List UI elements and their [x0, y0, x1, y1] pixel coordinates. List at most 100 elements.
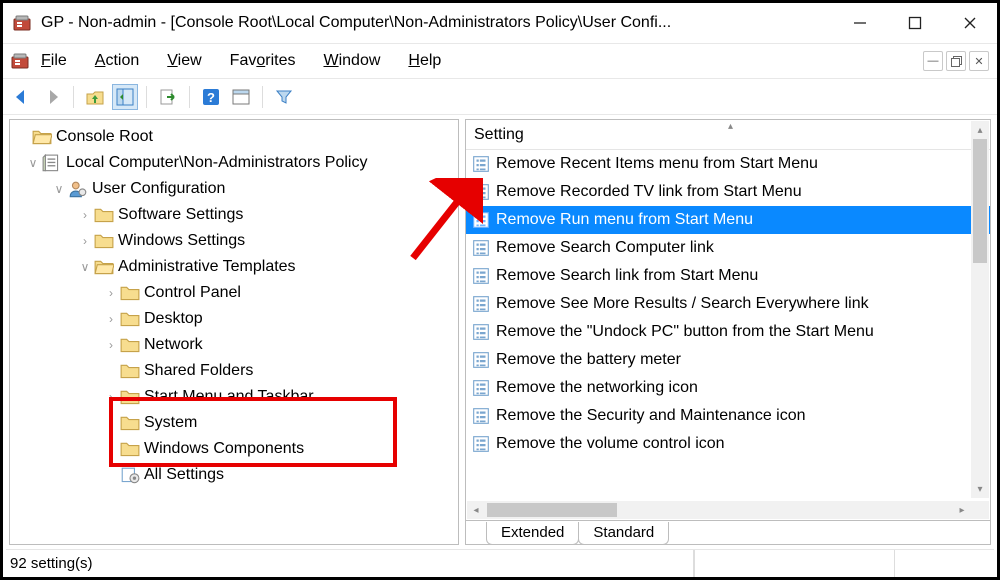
- tree-software-settings[interactable]: › Software Settings: [10, 202, 458, 228]
- folder-icon: [120, 284, 140, 302]
- tree-label: Local Computer\Non-Administrators Policy: [66, 150, 367, 176]
- menu-help[interactable]: Help: [408, 52, 441, 70]
- list-item[interactable]: Remove the Security and Maintenance icon: [466, 402, 990, 430]
- list-item-label: Remove See More Results / Search Everywh…: [496, 295, 869, 313]
- tree-system[interactable]: ›System: [10, 410, 458, 436]
- horizontal-scrollbar[interactable]: ◂ ▸: [467, 501, 971, 519]
- folder-open-icon: [94, 258, 114, 276]
- folder-icon: [120, 414, 140, 432]
- list-header-setting[interactable]: Setting ▴: [466, 120, 990, 150]
- tree-pane[interactable]: ▾ Console Root ∨ Local Computer\Non-Admi…: [9, 119, 459, 545]
- view-tabs: Extended Standard: [486, 522, 668, 545]
- policy-setting-icon: [472, 211, 490, 229]
- up-folder-button[interactable]: [82, 84, 108, 110]
- policy-setting-icon: [472, 239, 490, 257]
- maximize-button[interactable]: [887, 3, 942, 43]
- policy-setting-icon: [472, 155, 490, 173]
- folder-icon: [120, 336, 140, 354]
- back-button[interactable]: [9, 84, 35, 110]
- app-icon-small: [11, 52, 29, 70]
- folder-icon: [94, 206, 114, 224]
- scroll-up-button[interactable]: ▴: [971, 121, 989, 139]
- list-item[interactable]: Remove the networking icon: [466, 374, 990, 402]
- folder-icon: [94, 232, 114, 250]
- tab-standard[interactable]: Standard: [578, 522, 669, 545]
- tree-console-root[interactable]: ▾ Console Root: [10, 124, 458, 150]
- tree-control-panel[interactable]: ›Control Panel: [10, 280, 458, 306]
- policy-setting-icon: [472, 351, 490, 369]
- scroll-right-button[interactable]: ▸: [953, 505, 971, 516]
- tree-label: System: [144, 410, 197, 436]
- mdi-close-button[interactable]: ✕: [969, 51, 989, 71]
- list-item-label: Remove the "Undock PC" button from the S…: [496, 323, 874, 341]
- export-button[interactable]: [155, 84, 181, 110]
- tree-desktop[interactable]: ›Desktop: [10, 306, 458, 332]
- tree-windows-components[interactable]: ›Windows Components: [10, 436, 458, 462]
- column-label: Setting: [474, 126, 524, 144]
- svg-text:?: ?: [207, 90, 215, 105]
- tree-network[interactable]: ›Network: [10, 332, 458, 358]
- tree-policy[interactable]: ∨ Local Computer\Non-Administrators Poli…: [10, 150, 458, 176]
- list-item[interactable]: Remove Search link from Start Menu: [466, 262, 990, 290]
- folder-icon: [120, 388, 140, 406]
- titlebar: GP - Non-admin - [Console Root\Local Com…: [3, 3, 997, 43]
- tree-start-menu-taskbar[interactable]: ›Start Menu and Taskbar: [10, 384, 458, 410]
- folder-icon: [120, 362, 140, 380]
- forward-button[interactable]: [39, 84, 65, 110]
- mdi-controls: — ✕: [923, 51, 989, 71]
- folder-icon: [120, 440, 140, 458]
- policy-setting-icon: [472, 295, 490, 313]
- scope-pane-button[interactable]: [112, 84, 138, 110]
- settings-list[interactable]: Remove Recent Items menu from Start Menu…: [466, 150, 990, 458]
- list-item[interactable]: Remove the battery meter: [466, 346, 990, 374]
- menu-file[interactable]: File: [41, 52, 67, 70]
- list-item-label: Remove the networking icon: [496, 379, 698, 397]
- tree-label: User Configuration: [92, 176, 225, 202]
- tree-windows-settings[interactable]: › Windows Settings: [10, 228, 458, 254]
- list-item-label: Remove the volume control icon: [496, 435, 725, 453]
- vertical-scrollbar[interactable]: ▴ ▾: [971, 121, 989, 498]
- tree-label: Start Menu and Taskbar: [144, 384, 314, 410]
- list-item[interactable]: Remove See More Results / Search Everywh…: [466, 290, 990, 318]
- policy-setting-icon: [472, 267, 490, 285]
- list-item[interactable]: Remove the volume control icon: [466, 430, 990, 458]
- scroll-down-button[interactable]: ▾: [971, 480, 989, 498]
- mdi-minimize-button[interactable]: —: [923, 51, 943, 71]
- menu-action[interactable]: Action: [95, 52, 139, 70]
- tree-all-settings[interactable]: ›All Settings: [10, 462, 458, 488]
- tree-shared-folders[interactable]: ›Shared Folders: [10, 358, 458, 384]
- close-button[interactable]: [942, 3, 997, 43]
- tree-label: Software Settings: [118, 202, 243, 228]
- list-item[interactable]: Remove Recorded TV link from Start Menu: [466, 178, 990, 206]
- scroll-left-button[interactable]: ◂: [467, 505, 485, 516]
- list-item-label: Remove the Security and Maintenance icon: [496, 407, 806, 425]
- tree-label: Windows Settings: [118, 228, 245, 254]
- tab-extended[interactable]: Extended: [486, 522, 579, 545]
- list-item-label: Remove the battery meter: [496, 351, 681, 369]
- tree-label: Desktop: [144, 306, 203, 332]
- menu-window[interactable]: Window: [323, 52, 380, 70]
- policy-setting-icon: [472, 323, 490, 341]
- list-item[interactable]: Remove the "Undock PC" button from the S…: [466, 318, 990, 346]
- menubar: File Action View Favorites Window Help —…: [3, 43, 997, 79]
- help-button[interactable]: ?: [198, 84, 224, 110]
- show-hide-button[interactable]: [228, 84, 254, 110]
- list-pane: Setting ▴ Remove Recent Items menu from …: [465, 119, 991, 545]
- tree-admin-templates[interactable]: ∨ Administrative Templates: [10, 254, 458, 280]
- list-item[interactable]: Remove Search Computer link: [466, 234, 990, 262]
- folder-icon: [120, 310, 140, 328]
- scroll-thumb[interactable]: [487, 503, 617, 517]
- list-item[interactable]: Remove Run menu from Start Menu: [466, 206, 990, 234]
- list-item[interactable]: Remove Recent Items menu from Start Menu: [466, 150, 990, 178]
- menu-view[interactable]: View: [167, 52, 201, 70]
- minimize-button[interactable]: [832, 3, 887, 43]
- list-item-label: Remove Search link from Start Menu: [496, 267, 758, 285]
- tree-user-config[interactable]: ∨ User Configuration: [10, 176, 458, 202]
- mdi-restore-button[interactable]: [946, 51, 966, 71]
- policy-icon: [42, 154, 62, 172]
- list-item-label: Remove Recent Items menu from Start Menu: [496, 155, 818, 173]
- filter-button[interactable]: [271, 84, 297, 110]
- menu-favorites[interactable]: Favorites: [230, 52, 296, 70]
- scroll-thumb[interactable]: [973, 139, 987, 263]
- toolbar: ?: [3, 79, 997, 115]
